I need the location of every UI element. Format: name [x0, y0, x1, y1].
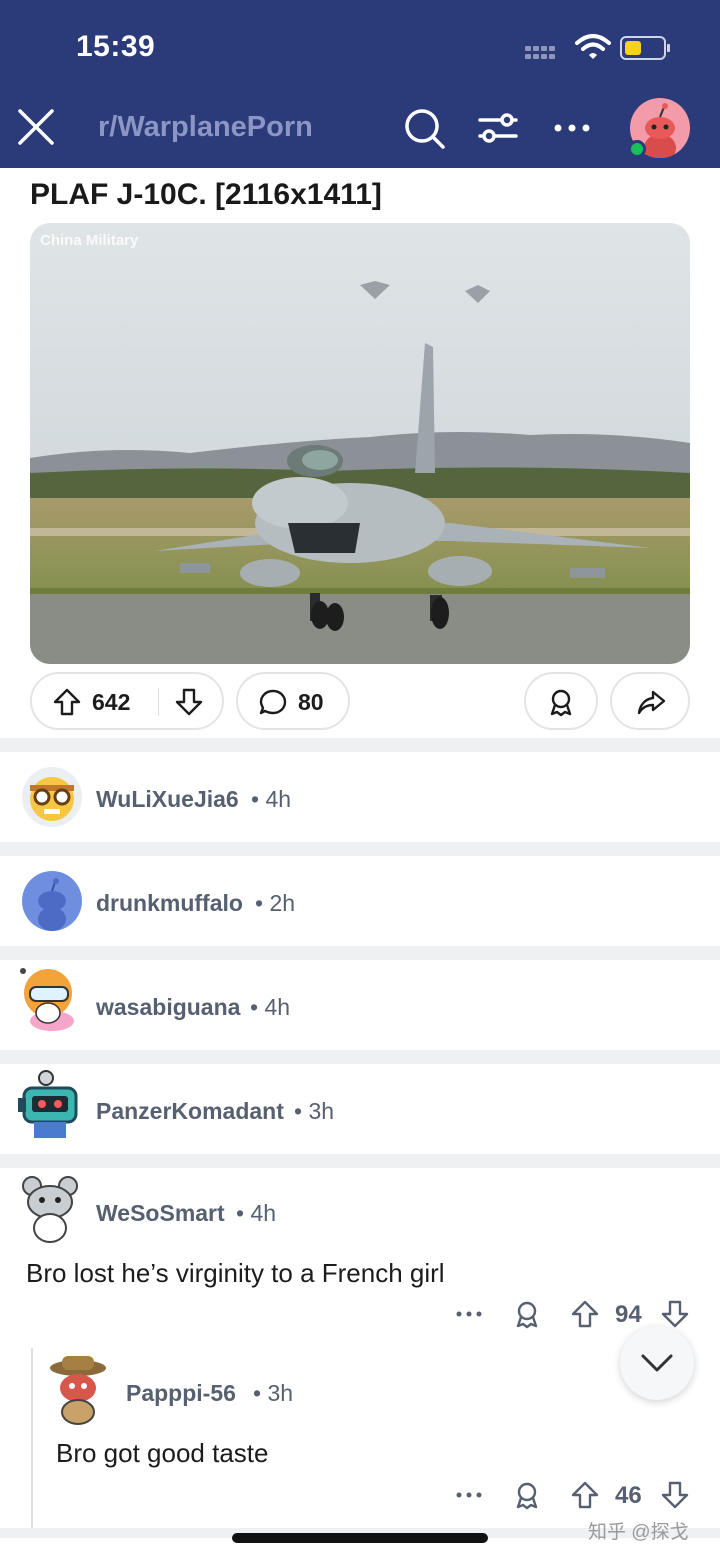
upvote-icon[interactable]	[570, 1299, 600, 1329]
downvote-icon[interactable]	[660, 1480, 690, 1510]
comment-score: 46	[615, 1482, 642, 1509]
comment-time: • 4h	[251, 786, 292, 812]
downvote-icon[interactable]	[174, 687, 204, 717]
award-icon[interactable]	[512, 1299, 542, 1329]
comment-collapsed[interactable]: drunkmuffalo • 2h	[0, 856, 720, 946]
award-icon[interactable]	[512, 1480, 542, 1510]
comment-time: • 3h	[294, 1098, 335, 1124]
post-title[interactable]: PLAF J-10C. [2116x1411]	[30, 178, 382, 212]
comment-username[interactable]: WuLiXueJia6	[96, 786, 239, 813]
more-options-icon[interactable]	[550, 106, 594, 150]
close-button[interactable]	[14, 105, 58, 149]
collapse-thread-button[interactable]	[620, 1326, 694, 1400]
section-divider	[0, 1050, 720, 1064]
commenter-avatar[interactable]	[20, 1172, 82, 1246]
home-indicator[interactable]	[232, 1533, 488, 1543]
comment-username[interactable]: wasabiguana	[96, 994, 240, 1021]
search-icon[interactable]	[402, 106, 446, 150]
share-button[interactable]	[610, 672, 690, 730]
comment-reply: Papppi-56 • 3h Bro got good taste 46	[0, 1350, 720, 1520]
comment-body: Bro got good taste	[56, 1438, 269, 1468]
comment-time: • 4h	[236, 1200, 277, 1226]
commenter-avatar[interactable]	[16, 1066, 82, 1142]
status-time: 15:39	[76, 30, 156, 63]
upvote-icon[interactable]	[570, 1480, 600, 1510]
image-watermark: China Military	[40, 232, 139, 249]
signal-icon	[525, 46, 555, 59]
commenter-avatar[interactable]	[18, 965, 82, 1037]
filter-icon[interactable]	[476, 106, 520, 150]
comment: WeSoSmart • 4h Bro lost he’s virginity t…	[0, 1168, 720, 1338]
online-indicator	[628, 140, 646, 158]
comment-username[interactable]: Papppi-56	[126, 1380, 236, 1407]
comment-count: 80	[298, 689, 324, 715]
comment-collapsed[interactable]: wasabiguana • 4h	[0, 960, 720, 1050]
comment-time: • 4h	[250, 994, 291, 1020]
comment-collapsed[interactable]: WuLiXueJia6 • 4h	[0, 752, 720, 842]
vote-bar: 642	[30, 672, 224, 730]
app-header: 15:39 r/WarplanePorn	[0, 0, 720, 168]
comment-body: Bro lost he’s virginity to a French girl	[26, 1258, 445, 1288]
site-watermark: 知乎 @探戈	[588, 1522, 689, 1543]
vote-divider	[158, 688, 159, 716]
more-options-icon[interactable]	[454, 1480, 484, 1510]
comment-collapsed[interactable]: PanzerKomadant • 3h	[0, 1064, 720, 1154]
comment-time: • 3h	[253, 1380, 294, 1406]
share-icon	[637, 690, 666, 715]
comment-username[interactable]: PanzerKomadant	[96, 1098, 284, 1125]
award-icon	[550, 689, 572, 717]
section-divider	[0, 1154, 720, 1168]
commenter-avatar[interactable]	[22, 871, 82, 931]
comment-username[interactable]: WeSoSmart	[96, 1200, 225, 1227]
comment-score: 94	[615, 1301, 642, 1328]
upvote-count: 642	[92, 689, 131, 715]
commenter-avatar[interactable]	[48, 1352, 110, 1426]
award-button[interactable]	[524, 672, 598, 730]
comment-username[interactable]: drunkmuffalo	[96, 890, 243, 917]
section-divider	[0, 946, 720, 960]
wifi-icon	[575, 34, 611, 59]
comments-button[interactable]: 80	[236, 672, 350, 730]
commenter-avatar[interactable]	[22, 767, 82, 827]
comment-time: • 2h	[255, 890, 296, 916]
comment-icon	[259, 689, 287, 715]
chevron-down-icon	[641, 1354, 673, 1372]
section-divider	[0, 738, 720, 752]
downvote-icon[interactable]	[660, 1299, 690, 1329]
subreddit-name[interactable]: r/WarplanePorn	[98, 111, 313, 144]
more-options-icon[interactable]	[454, 1299, 484, 1329]
upvote-icon[interactable]	[52, 687, 82, 717]
post-image[interactable]	[30, 223, 690, 664]
section-divider	[0, 842, 720, 856]
battery-icon	[620, 36, 670, 60]
